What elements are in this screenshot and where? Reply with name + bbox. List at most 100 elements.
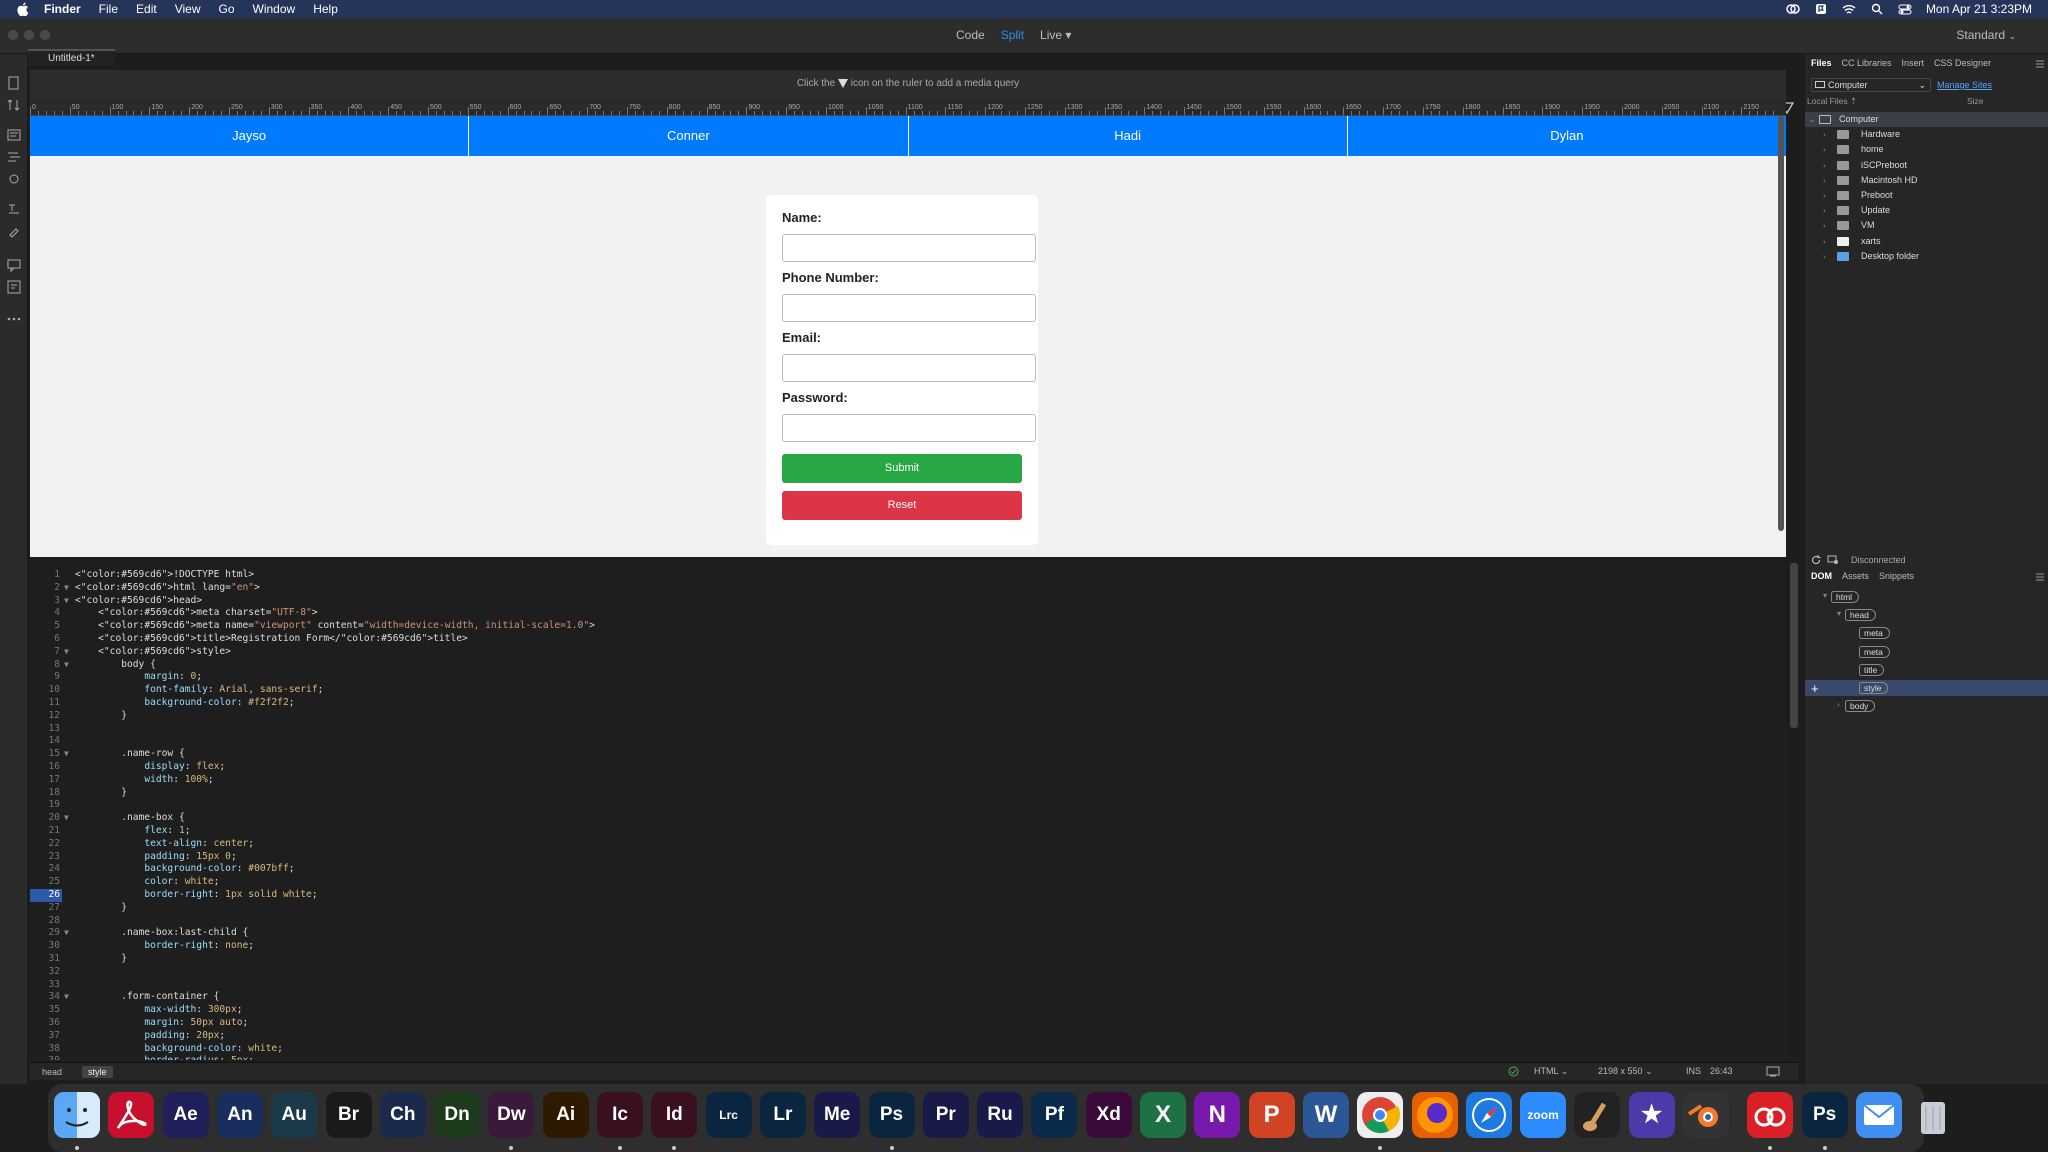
chevron-down-icon[interactable]: ⌄ <box>1809 112 1816 127</box>
tree-item-update[interactable]: › Update <box>1805 203 2048 218</box>
fold-arrow-icon[interactable]: ▼ <box>64 991 69 1004</box>
tree-item-desktop-folder[interactable]: › Desktop folder <box>1805 249 2048 264</box>
code-line[interactable]: flex: 1; <box>75 825 190 838</box>
code-line[interactable]: margin: 0; <box>75 671 202 684</box>
file-icon[interactable] <box>7 76 21 90</box>
tree-item-preboot[interactable]: › Preboot <box>1805 188 2048 203</box>
dock-finder-icon[interactable] <box>54 1092 100 1138</box>
menu-app-name[interactable]: Finder <box>44 2 81 16</box>
dock-animate-icon[interactable]: An <box>216 1092 263 1138</box>
email-input[interactable] <box>782 354 1036 382</box>
code-line[interactable]: border-right: 1px solid white; <box>75 889 317 902</box>
manage-sites-link[interactable]: Manage Sites <box>1937 80 1992 90</box>
code-line[interactable]: } <box>75 710 127 723</box>
code-line[interactable]: max-width: 300px; <box>75 1004 242 1017</box>
dock-dimension-icon[interactable]: Dn <box>434 1092 481 1138</box>
local-files-header[interactable]: Local Files <box>1807 96 1848 106</box>
tab-dom[interactable]: DOM <box>1811 571 1832 581</box>
name-box-dylan[interactable]: Dylan <box>1347 116 1786 156</box>
dock-media-encoder-icon[interactable]: Me <box>814 1092 861 1138</box>
tree-item-iscpreboot[interactable]: › iSCPreboot <box>1805 158 2048 173</box>
code-line[interactable]: background-color: #007bff; <box>75 863 294 876</box>
wifi-icon[interactable] <box>1842 3 1856 15</box>
menu-go[interactable]: Go <box>219 2 235 16</box>
tree-item-xarts[interactable]: › xarts <box>1805 234 2048 249</box>
dom-node-title[interactable]: title <box>1805 662 2048 678</box>
dock-dreamweaver-icon[interactable]: Dw <box>488 1092 535 1138</box>
code-line[interactable]: <"color:#569cd6">meta charset="UTF-8"> <box>75 607 318 620</box>
chevron-right-icon[interactable]: › <box>1823 203 1826 218</box>
dock-photoshop-icon[interactable]: Ps <box>868 1092 915 1138</box>
dom-node-body[interactable]: › body <box>1805 698 2048 714</box>
dock-after-effects-icon[interactable]: Ae <box>162 1092 209 1138</box>
tag-selector-style[interactable]: style <box>82 1066 113 1078</box>
code-line[interactable]: .name-box:last-child { <box>75 927 248 940</box>
preview-device-icon[interactable] <box>1766 1066 1780 1077</box>
tab-css-designer[interactable]: CSS Designer <box>1934 58 1991 68</box>
menu-help[interactable]: Help <box>313 2 338 16</box>
code-line[interactable]: padding: 15px 0; <box>75 851 236 864</box>
dock-safari-icon[interactable] <box>1465 1092 1512 1138</box>
fold-arrow-icon[interactable]: ▼ <box>64 659 69 672</box>
code-line[interactable]: <"color:#569cd6">head> <box>75 595 202 608</box>
add-icon[interactable]: + <box>1811 681 1819 696</box>
phone-input[interactable] <box>782 294 1036 322</box>
location-dropdown[interactable]: Computer ⌄ <box>1811 78 1931 92</box>
code-line[interactable]: <"color:#569cd6">html lang="en"> <box>75 582 260 595</box>
dock-audition-icon[interactable]: Au <box>271 1092 318 1138</box>
dock-firefox-icon[interactable] <box>1411 1092 1458 1138</box>
chevron-down-icon[interactable]: ▾ <box>1823 591 1827 600</box>
tree-item-hardware[interactable]: › Hardware <box>1805 127 2048 142</box>
refresh-icon[interactable] <box>1811 555 1821 565</box>
dock-trash-icon[interactable] <box>1910 1092 1956 1138</box>
more-icon[interactable] <box>7 312 21 326</box>
dock-chrome-icon[interactable] <box>1357 1092 1404 1138</box>
zoom-window-button[interactable] <box>40 30 50 40</box>
panel-menu-icon[interactable] <box>2036 573 2044 581</box>
code-line[interactable]: margin: 50px auto; <box>75 1017 248 1030</box>
menu-window[interactable]: Window <box>253 2 296 16</box>
code-line[interactable]: } <box>75 953 127 966</box>
tab-assets[interactable]: Assets <box>1842 571 1869 581</box>
size-header[interactable]: Size <box>1967 96 1984 106</box>
menu-edit[interactable]: Edit <box>136 2 157 16</box>
dock-illustrator-icon[interactable]: Ai <box>542 1092 589 1138</box>
tree-item-vm[interactable]: › VM <box>1805 218 2048 233</box>
creative-cloud-status-icon[interactable] <box>1786 3 1800 15</box>
name-input[interactable] <box>782 234 1036 262</box>
fold-arrow-icon[interactable]: ▼ <box>64 812 69 825</box>
dock-zoom-icon[interactable]: zoom <box>1520 1092 1567 1138</box>
name-box-jayso[interactable]: Jayso <box>30 116 470 156</box>
chevron-right-icon[interactable]: › <box>1823 249 1826 264</box>
fold-arrow-icon[interactable]: ▼ <box>64 595 69 608</box>
split-view-button[interactable]: Split <box>1001 28 1024 42</box>
code-line[interactable]: .name-box { <box>75 812 185 825</box>
menu-file[interactable]: File <box>99 2 118 16</box>
code-line[interactable]: width: 100%; <box>75 774 213 787</box>
expand-icon[interactable] <box>7 172 21 186</box>
dock-xd-icon[interactable]: Xd <box>1085 1092 1132 1138</box>
password-input[interactable] <box>782 414 1036 442</box>
dock-lightroom-icon[interactable]: Lr <box>759 1092 806 1138</box>
code-line[interactable]: text-align: center; <box>75 838 254 851</box>
chevron-right-icon[interactable]: › <box>1823 188 1826 203</box>
tab-files[interactable]: Files <box>1811 58 1832 68</box>
search-icon[interactable] <box>1870 3 1884 15</box>
chevron-right-icon[interactable]: › <box>1823 234 1826 249</box>
dom-node-style[interactable]: + style <box>1805 680 2048 696</box>
code-line[interactable]: } <box>75 787 127 800</box>
comment-icon[interactable] <box>7 258 21 272</box>
dock-acrobat-icon[interactable] <box>108 1092 155 1138</box>
tag-selector-head[interactable]: head <box>36 1066 68 1078</box>
dock-indesign-icon[interactable]: Id <box>651 1092 698 1138</box>
dock-mail-icon[interactable] <box>1855 1092 1902 1138</box>
name-box-conner[interactable]: Conner <box>469 116 909 156</box>
chevron-right-icon[interactable]: › <box>1823 127 1826 142</box>
connect-icon[interactable] <box>1827 555 1839 565</box>
tab-snippets[interactable]: Snippets <box>1879 571 1914 581</box>
tag-select-icon[interactable] <box>7 202 21 216</box>
code-scrollbar[interactable] <box>1790 563 1798 728</box>
code-editor[interactable]: 1 <"color:#569cd6">!DOCTYPE html> 2 ▼ <"colo… <box>30 563 1786 1060</box>
preview-scrollbar[interactable] <box>1778 116 1784 531</box>
tree-item-home[interactable]: › home <box>1805 142 2048 157</box>
